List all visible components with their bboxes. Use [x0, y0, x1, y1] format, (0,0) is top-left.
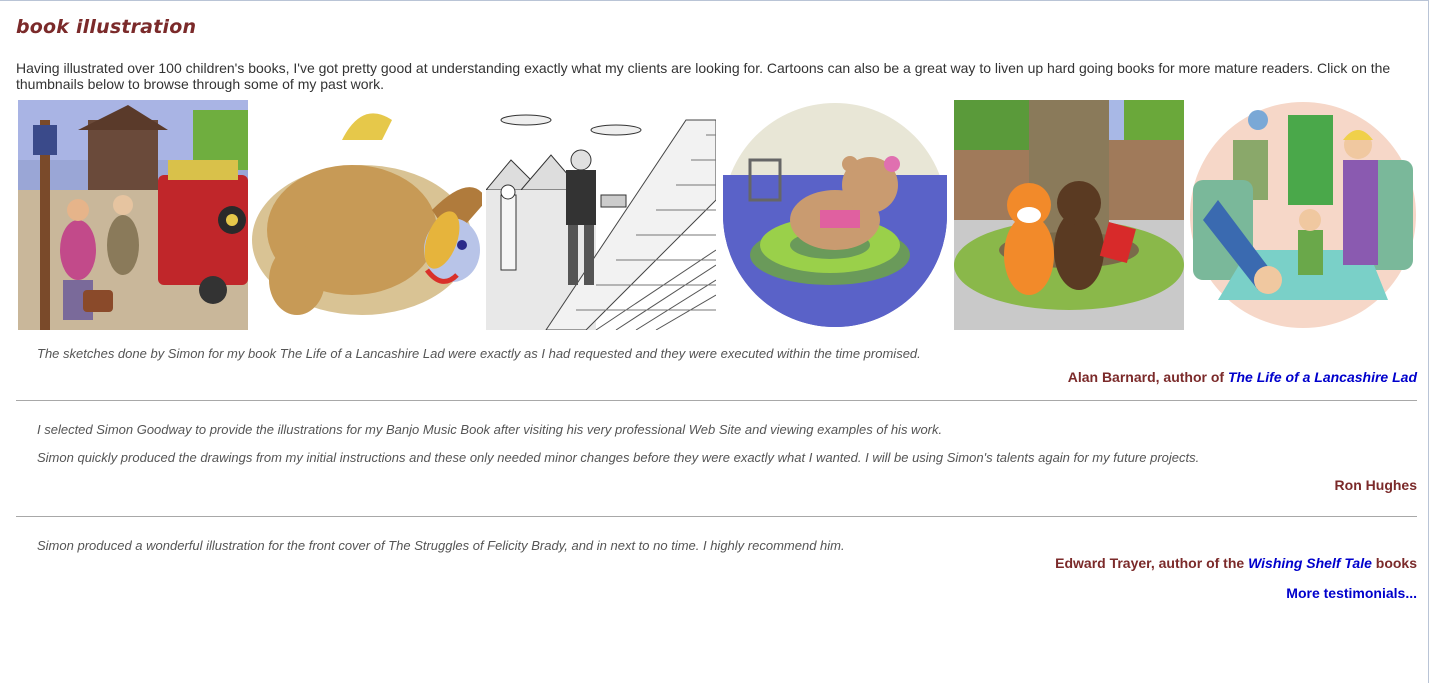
testimonial-2: I selected Simon Goodway to provide the …	[16, 422, 1417, 493]
thumbnail-railway-station[interactable]	[18, 100, 248, 330]
thumbnail-family-room[interactable]	[1188, 100, 1418, 330]
divider	[16, 400, 1417, 401]
testimonial-quote: Simon produced a wonderful illustration …	[37, 538, 845, 553]
page-title: book illustration	[16, 16, 197, 38]
divider	[16, 516, 1417, 517]
thumbnail-gallery	[18, 100, 1418, 330]
testimonial-author: Alan Barnard, author of The Life of a La…	[1067, 369, 1417, 385]
book-link-wishing-shelf-tale[interactable]: Wishing Shelf Tale	[1248, 555, 1372, 571]
testimonial-author: Edward Trayer, author of the Wishing She…	[1055, 555, 1417, 571]
intro-text: Having illustrated over 100 children's b…	[16, 60, 1391, 92]
testimonial-3: Simon produced a wonderful illustration …	[16, 538, 1417, 571]
thumbnail-pyramid-stairs[interactable]	[486, 100, 716, 330]
content: book illustration Having illustrated ove…	[16, 16, 1418, 601]
testimonial-quote: I selected Simon Goodway to provide the …	[37, 422, 943, 437]
testimonial-quote: Simon quickly produced the drawings from…	[37, 450, 1200, 465]
top-border	[0, 0, 1429, 1]
more-testimonials-link[interactable]: More testimonials...	[1286, 585, 1417, 601]
thumbnail-tiger-bear-tree[interactable]	[954, 100, 1184, 330]
testimonial-quote: The sketches done by Simon for my book T…	[37, 346, 921, 361]
book-link-lancashire-lad[interactable]: The Life of a Lancashire Lad	[1228, 369, 1417, 385]
testimonial-author: Ron Hughes	[1334, 477, 1417, 493]
thumbnail-bear-pool[interactable]	[720, 100, 950, 330]
testimonial-1: The sketches done by Simon for my book T…	[16, 346, 1417, 385]
thumbnail-falling-bear[interactable]	[252, 100, 482, 330]
